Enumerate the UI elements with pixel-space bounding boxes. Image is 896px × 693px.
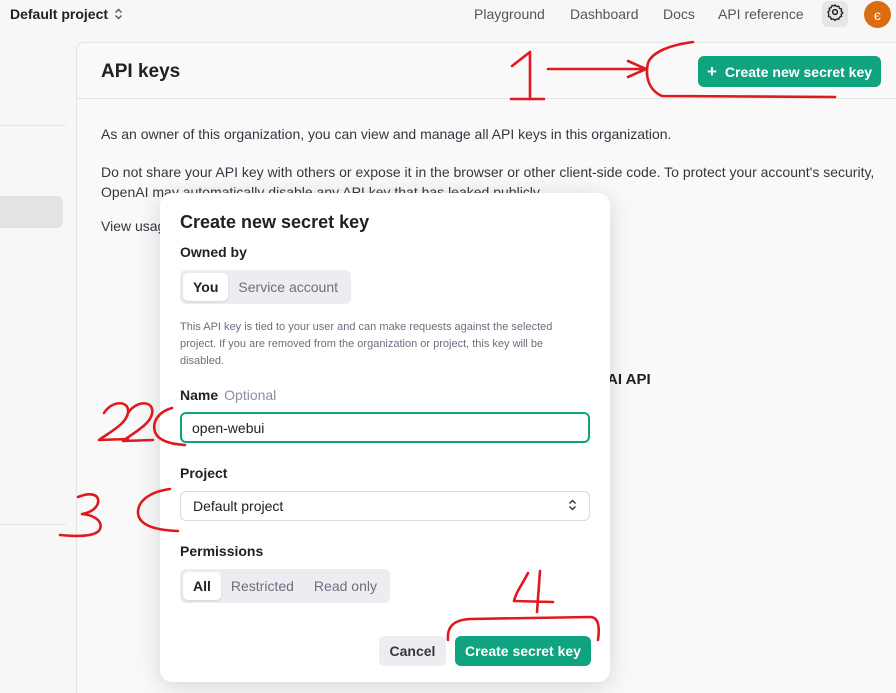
permissions-toggle: All Restricted Read only bbox=[180, 569, 390, 603]
optional-hint: Optional bbox=[224, 387, 277, 403]
ownership-help-text: This API key is tied to your user and ca… bbox=[180, 321, 553, 367]
chevron-up-down-icon bbox=[114, 8, 123, 20]
cancel-button[interactable]: Cancel bbox=[379, 636, 446, 666]
create-new-secret-key-label: Create new secret key bbox=[724, 63, 873, 80]
permissions-all-option[interactable]: All bbox=[183, 572, 221, 600]
permissions-label: Permissions bbox=[180, 543, 264, 559]
nav-docs[interactable]: Docs bbox=[663, 6, 695, 22]
top-bar: Default project Playground Dashboard Doc… bbox=[0, 0, 896, 30]
avatar[interactable]: є bbox=[864, 1, 891, 28]
dialog-title: Create new secret key bbox=[180, 212, 370, 232]
nav-api-reference[interactable]: API reference bbox=[718, 6, 804, 22]
sidebar-item-active[interactable] bbox=[0, 196, 63, 228]
project-selector-label: Default project bbox=[10, 6, 109, 22]
create-new-secret-key-button[interactable]: + Create new secret key bbox=[698, 56, 881, 87]
owned-by-you-option[interactable]: You bbox=[183, 273, 229, 301]
plus-icon: + bbox=[706, 62, 717, 81]
sidebar-divider bbox=[0, 125, 66, 126]
name-input[interactable] bbox=[180, 412, 590, 443]
create-secret-key-button[interactable]: Create secret key bbox=[455, 636, 591, 666]
project-label: Project bbox=[180, 465, 228, 481]
name-label: Name Optional bbox=[180, 387, 276, 403]
settings-button[interactable] bbox=[822, 1, 848, 27]
owner-info-text: As an owner of this organization, you ca… bbox=[101, 126, 672, 142]
permissions-read-only-option[interactable]: Read only bbox=[304, 572, 387, 600]
name-label-text: Name bbox=[180, 387, 219, 403]
create-secret-key-dialog: Create new secret key Owned by You Servi… bbox=[160, 193, 610, 682]
owned-by-service-account-option[interactable]: Service account bbox=[228, 273, 348, 301]
owned-by-toggle: You Service account bbox=[180, 270, 352, 304]
project-select-value: Default project bbox=[193, 498, 284, 514]
owned-by-label: Owned by bbox=[180, 244, 247, 260]
panel-header: API keys + Create new secret key bbox=[77, 43, 896, 99]
chevron-up-down-icon bbox=[568, 498, 577, 514]
gear-icon bbox=[826, 3, 844, 26]
view-usage-text: View usag bbox=[101, 218, 166, 234]
project-select[interactable]: Default project bbox=[180, 491, 590, 521]
nav-playground[interactable]: Playground bbox=[474, 6, 545, 22]
nav-dashboard[interactable]: Dashboard bbox=[570, 6, 639, 22]
project-selector[interactable]: Default project bbox=[10, 6, 123, 22]
sidebar-divider-bottom bbox=[0, 524, 66, 525]
page-title: API keys bbox=[101, 61, 181, 82]
permissions-restricted-option[interactable]: Restricted bbox=[221, 572, 304, 600]
background-heading: AI API bbox=[607, 371, 651, 388]
